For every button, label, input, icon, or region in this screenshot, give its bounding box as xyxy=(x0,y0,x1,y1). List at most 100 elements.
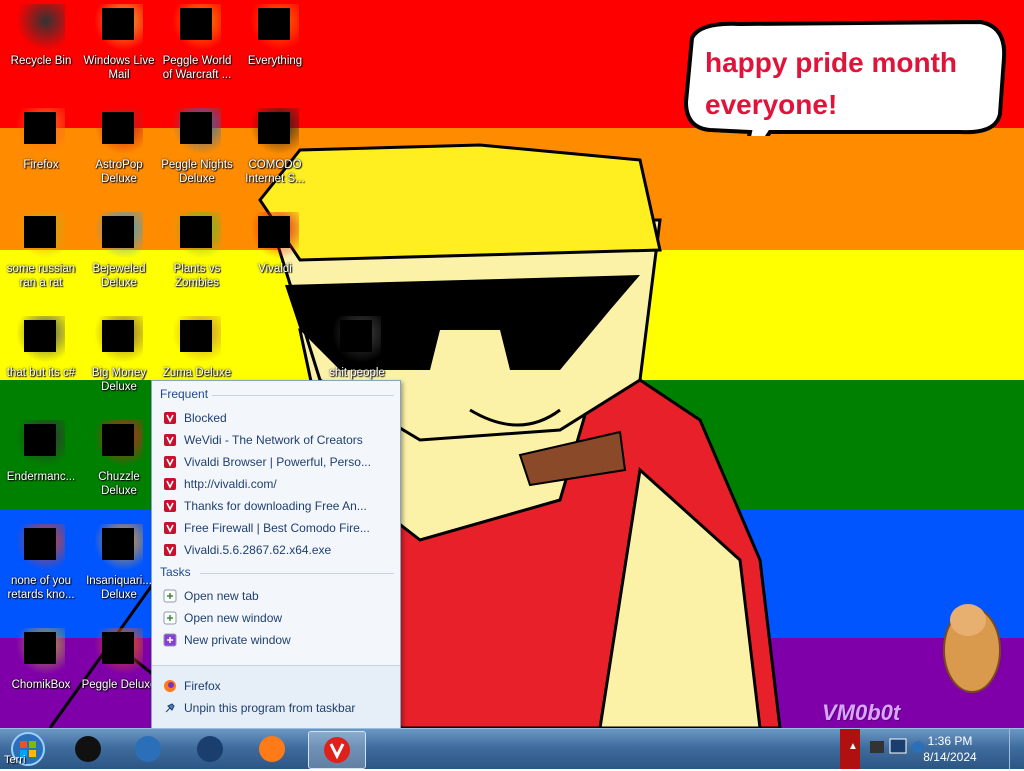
frequent-item-label: Vivaldi.5.6.2867.62.x64.exe xyxy=(184,543,332,557)
globe-icon xyxy=(197,736,223,762)
firefox-icon xyxy=(259,736,285,762)
firefox-icon xyxy=(164,680,176,692)
desktop-icon-label: Insaniquari... Deluxe xyxy=(86,575,152,601)
clock[interactable]: 1:36 PM 8/14/2024 xyxy=(900,733,1000,765)
frequent-item[interactable]: Vivaldi.5.6.2867.62.x64.exe xyxy=(160,540,392,560)
vivaldi-page-icon xyxy=(164,478,176,490)
desktop-icon[interactable]: Windows Live Mail xyxy=(80,4,158,82)
desktop-icon-label: some russian ran a rat xyxy=(6,263,76,289)
taskbar-vivaldi-button[interactable] xyxy=(308,731,366,769)
censored-icon-overlay xyxy=(180,216,212,248)
watermark-text: VM0b0t xyxy=(822,700,901,725)
desktop-icon-label: Peggle World of Warcraft ... xyxy=(162,55,232,81)
censored-icon-overlay xyxy=(102,632,134,664)
task-item[interactable]: Open new window xyxy=(160,608,392,628)
frequent-item-label: WeVidi - The Network of Creators xyxy=(184,433,363,447)
taskbar-jump-list: Frequent Blocked WeVidi - The Network of … xyxy=(151,380,401,730)
desktop-icon[interactable]: Insaniquari... Deluxe xyxy=(80,524,158,602)
new-tab-icon xyxy=(163,589,177,603)
taskbar-media-player-button[interactable] xyxy=(120,731,176,767)
desktop-icon[interactable]: Endermanc... xyxy=(2,420,80,484)
frequent-item-label: Blocked xyxy=(184,411,227,425)
taskbar-firefox-button[interactable] xyxy=(244,731,300,767)
censored-icon-overlay xyxy=(24,112,56,144)
censored-icon-overlay xyxy=(258,112,290,144)
unpin-from-taskbar[interactable]: Unpin this program from taskbar xyxy=(160,698,392,718)
frequent-item[interactable]: Blocked xyxy=(160,408,392,428)
desktop-icon[interactable]: shit people xyxy=(318,316,396,380)
censored-icon-overlay xyxy=(102,112,134,144)
show-hidden-icons-button[interactable]: ▲ xyxy=(848,741,858,752)
desktop-icon[interactable]: Chuzzle Deluxe xyxy=(80,420,158,498)
desktop-icon-label: Recycle Bin xyxy=(10,55,72,67)
desktop-icon-label: Zuma Deluxe xyxy=(162,367,232,379)
frequent-item[interactable]: WeVidi - The Network of Creators xyxy=(160,430,392,450)
task-item[interactable]: New private window xyxy=(160,630,392,650)
desktop-icon[interactable]: Bejeweled Deluxe xyxy=(80,212,158,290)
media-player-icon xyxy=(135,736,161,762)
desktop-icon-image xyxy=(17,628,65,676)
desktop-icon[interactable]: AstroPop Deluxe xyxy=(80,108,158,186)
frequent-item-label: Thanks for downloading Free An... xyxy=(184,499,367,513)
desktop-icon[interactable]: ChomikBox xyxy=(2,628,80,692)
task-item-label: Open new tab xyxy=(184,589,259,603)
desktop-icon-label: Peggle Deluxe xyxy=(81,679,157,691)
desktop-icon-label: Everything xyxy=(247,55,303,67)
frequent-item[interactable]: http://vivaldi.com/ xyxy=(160,474,392,494)
desktop-icon-image xyxy=(173,212,221,260)
desktop-icon-label: AstroPop Deluxe xyxy=(95,159,143,185)
start-button[interactable]: Terri xyxy=(4,730,52,768)
desktop-icon-label: Endermanc... xyxy=(6,471,76,483)
taskbar-blackbox-button[interactable] xyxy=(60,731,116,767)
desktop-icon-image xyxy=(95,524,143,572)
task-item[interactable]: Open new tab xyxy=(160,586,392,606)
frequent-item-label: Free Firewall | Best Comodo Fire... xyxy=(184,521,370,535)
desktop-icon-image xyxy=(251,4,299,52)
censored-icon-overlay xyxy=(24,528,56,560)
censored-icon-overlay xyxy=(258,8,290,40)
desktop-icon[interactable]: Vivaldi xyxy=(236,212,314,276)
desktop-icon[interactable]: Everything xyxy=(236,4,314,68)
desktop-icon[interactable]: Peggle World of Warcraft ... xyxy=(158,4,236,82)
censored-icon-overlay xyxy=(180,112,212,144)
desktop-icon[interactable]: Peggle Deluxe xyxy=(80,628,158,692)
censored-icon-overlay xyxy=(24,424,56,456)
private-window-icon xyxy=(163,633,177,647)
censored-icon-overlay xyxy=(24,632,56,664)
desktop-icon-image xyxy=(95,316,143,364)
desktop-icon[interactable]: Firefox xyxy=(2,108,80,172)
desktop-icon-image xyxy=(251,212,299,260)
frequent-item[interactable]: Vivaldi Browser | Powerful, Perso... xyxy=(160,452,392,472)
censored-icon-overlay xyxy=(24,320,56,352)
desktop-icon-label: none of you retards kno... xyxy=(7,575,75,601)
desktop-icon-image xyxy=(95,420,143,468)
pin-icon xyxy=(165,703,175,713)
desktop-icon[interactable]: COMODO Internet S... xyxy=(236,108,314,186)
frequent-header: Frequent xyxy=(160,387,209,401)
frequent-item[interactable]: Thanks for downloading Free An... xyxy=(160,496,392,516)
show-desktop-button[interactable] xyxy=(1009,729,1024,769)
jump-list-program-firefox[interactable]: Firefox xyxy=(160,676,392,696)
censored-icon-overlay xyxy=(258,216,290,248)
desktop-icon-image xyxy=(17,420,65,468)
speech-bubble-text: happy pride month everyone! xyxy=(705,47,957,120)
desktop-icon-label: that but its c# xyxy=(6,367,76,379)
frequent-item[interactable]: Free Firewall | Best Comodo Fire... xyxy=(160,518,392,538)
desktop-icon[interactable]: Big Money Deluxe xyxy=(80,316,158,394)
censored-icon-overlay xyxy=(180,320,212,352)
desktop-icon[interactable]: Zuma Deluxe xyxy=(158,316,236,380)
desktop-icon[interactable]: Recycle Bin xyxy=(2,4,80,68)
unpin-label: Unpin this program from taskbar xyxy=(184,701,356,715)
desktop-icon-label: Vivaldi xyxy=(258,263,292,275)
taskbar-globe-button[interactable] xyxy=(182,731,238,767)
desktop-icon[interactable]: that but its c# xyxy=(2,316,80,380)
desktop-icon[interactable]: none of you retards kno... xyxy=(2,524,80,602)
vivaldi-page-icon xyxy=(164,500,176,512)
desktop-icon-label: Peggle Nights Deluxe xyxy=(161,159,233,185)
desktop-icon-image xyxy=(17,108,65,156)
desktop-icon[interactable]: Plants vs Zombies xyxy=(158,212,236,290)
desktop-icon[interactable]: some russian ran a rat xyxy=(2,212,80,290)
desktop-icon-image xyxy=(95,4,143,52)
desktop-icon-image xyxy=(95,212,143,260)
desktop-icon[interactable]: Peggle Nights Deluxe xyxy=(158,108,236,186)
